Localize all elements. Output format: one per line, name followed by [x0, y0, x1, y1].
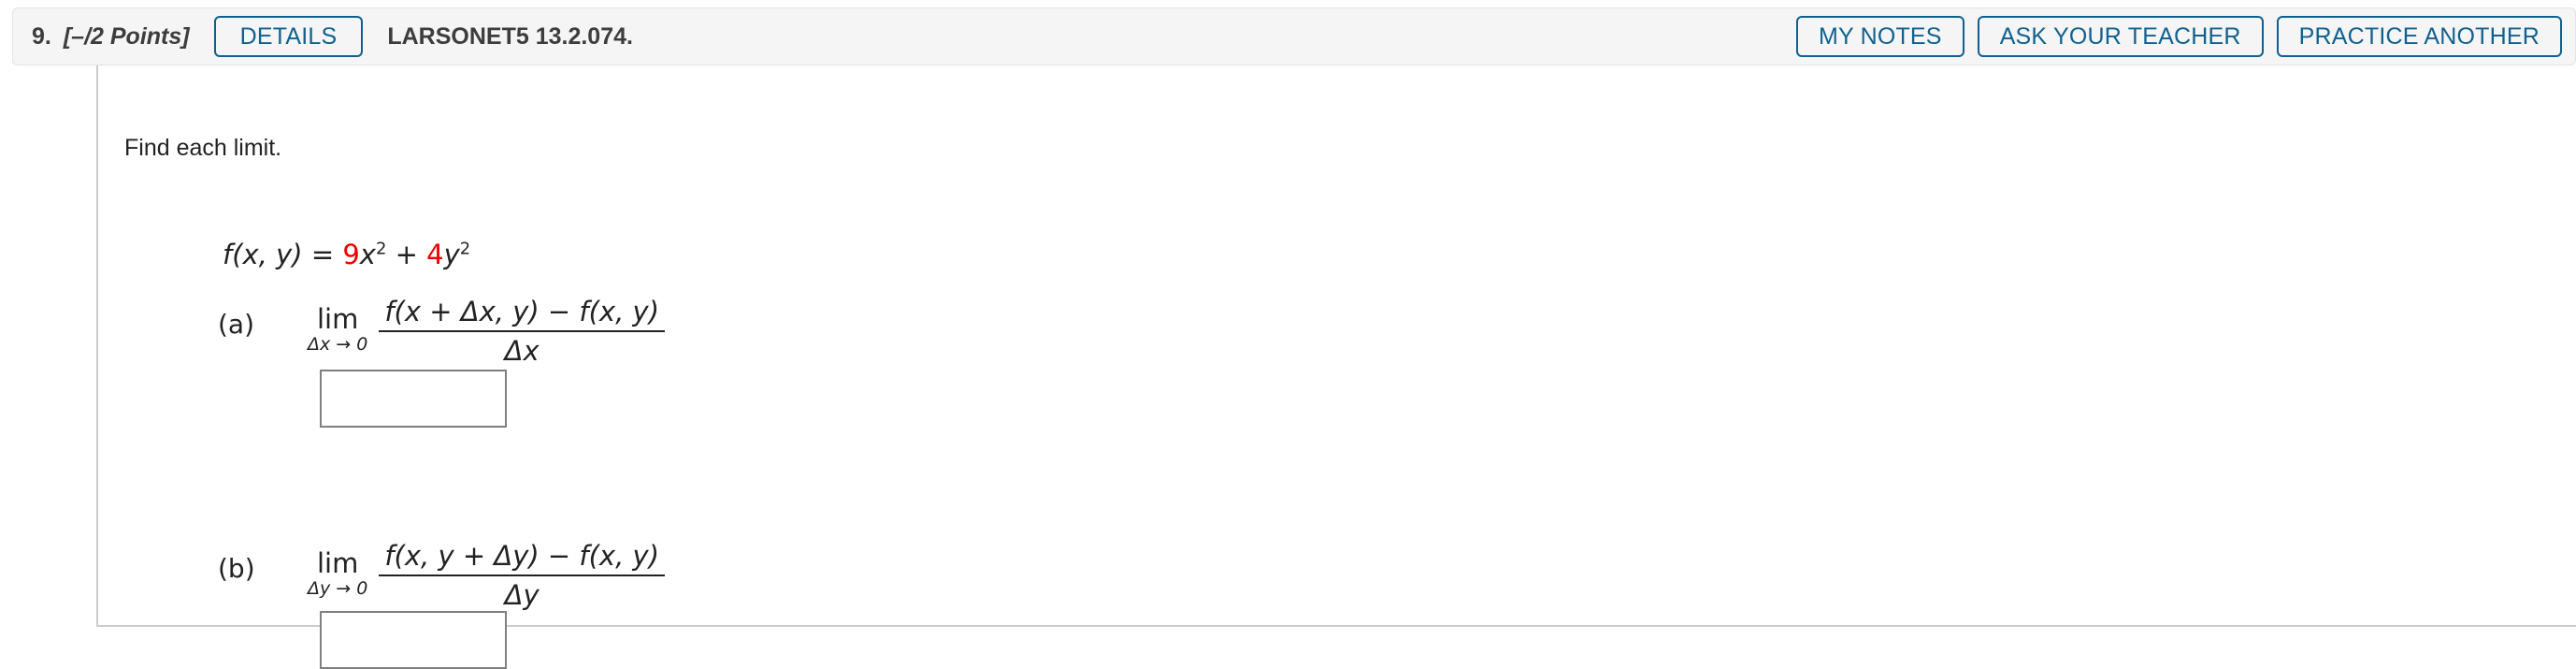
part-b-fraction: f(x, y + Δy) − f(x, y) Δy — [379, 538, 666, 611]
part-a-numerator: f(x + Δx, y) − f(x, y) — [384, 296, 660, 327]
part-a-label: (a) — [218, 309, 255, 340]
part-b-numerator: f(x, y + Δy) − f(x, y) — [384, 540, 660, 572]
part-a: (a) lim Δx → 0 f(x + Δx, y) − f(x, y) Δx — [218, 294, 666, 367]
function-variable-2: y — [443, 239, 460, 270]
part-b-limit-expression: lim Δy → 0 f(x, y + Δy) − f(x, y) Δy — [308, 538, 666, 611]
function-coefficient-2: 4 — [426, 239, 444, 270]
question-points: [–/2 Points] — [63, 22, 190, 50]
question-content-panel: Find each limit. f(x, y) = 9x2 + 4y2 (a)… — [96, 65, 2576, 669]
part-a-lim-word: lim — [316, 303, 359, 335]
question-header-bar: 9. [–/2 Points] DETAILS LARSONET5 13.2.0… — [12, 7, 2576, 65]
practice-another-button[interactable]: PRACTICE ANOTHER — [2276, 16, 2562, 57]
part-b: (b) lim Δy → 0 f(x, y + Δy) − f(x, y) Δy — [218, 538, 666, 611]
assignment-title: LARSONET5 13.2.074. — [387, 22, 633, 50]
function-coefficient-1: 9 — [342, 239, 360, 270]
part-a-lim-subscript: Δx → 0 — [308, 334, 368, 356]
details-button[interactable]: DETAILS — [213, 16, 364, 57]
part-b-answer-input[interactable] — [320, 611, 507, 669]
part-a-denominator: Δx — [504, 335, 540, 367]
header-right-group: MY NOTES ASK YOUR TEACHER PRACTICE ANOTH… — [1795, 16, 2575, 57]
function-definition: f(x, y) = 9x2 + 4y2 — [223, 239, 470, 270]
ask-your-teacher-button[interactable]: ASK YOUR TEACHER — [1977, 16, 2264, 57]
part-a-limit-expression: lim Δx → 0 f(x + Δx, y) − f(x, y) Δx — [308, 294, 666, 367]
part-b-lim-word: lim — [316, 547, 359, 579]
function-variable-1: x — [359, 239, 376, 270]
part-a-fraction: f(x + Δx, y) − f(x, y) Δx — [379, 294, 666, 367]
part-b-limit-operator: lim Δy → 0 — [308, 538, 368, 600]
question-prompt: Find each limit. — [124, 135, 282, 161]
question-number: 9. — [32, 22, 51, 50]
function-exponent-1: 2 — [375, 239, 387, 259]
function-exponent-2: 2 — [459, 239, 471, 259]
part-a-limit-operator: lim Δx → 0 — [308, 294, 368, 356]
function-operator-plus: + — [386, 239, 427, 270]
part-b-lim-subscript: Δy → 0 — [308, 578, 368, 600]
function-definition-lhs: f(x, y) = — [223, 239, 343, 270]
part-a-answer-input[interactable] — [320, 370, 507, 428]
part-b-label: (b) — [218, 553, 255, 584]
header-left-group: 9. [–/2 Points] DETAILS LARSONET5 13.2.0… — [13, 16, 633, 57]
my-notes-button[interactable]: MY NOTES — [1795, 16, 1964, 57]
part-b-denominator: Δy — [504, 579, 540, 611]
